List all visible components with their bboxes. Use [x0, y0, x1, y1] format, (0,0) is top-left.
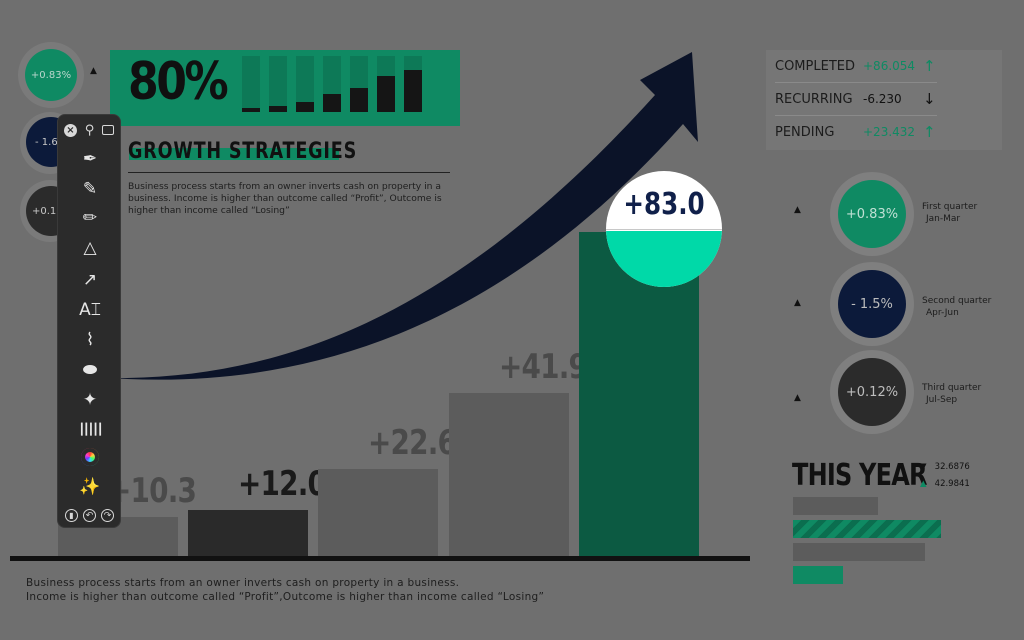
this-year-bar-1: [793, 497, 878, 515]
this-year-down-row: ▼ 32.6876: [920, 462, 970, 472]
highlight-badge-line: [606, 229, 722, 230]
up-triangle-icon: ▲: [794, 298, 801, 308]
trash-icon[interactable]: ▮: [65, 509, 78, 522]
this-year-bar-2: [793, 520, 941, 538]
quarter-title: Second quarter: [922, 296, 992, 306]
stat-value: +86.054: [863, 59, 916, 73]
quarter-circle-1: +0.83%: [838, 180, 906, 248]
redo-icon[interactable]: ↷: [101, 509, 114, 522]
arrow-up-icon: ↑: [923, 123, 936, 141]
bar-2: [188, 510, 308, 557]
stat-value: -6.230: [863, 92, 902, 106]
this-year-up-value: 42.9841: [934, 479, 970, 489]
quarter-range: Jan-Mar: [926, 214, 961, 224]
stat-pending: PENDING +23.432 ↑: [775, 116, 945, 148]
this-year-title: THIS YEAR: [792, 458, 927, 493]
sparkle-icon[interactable]: ✦: [74, 388, 106, 412]
down-triangle-icon: ▼: [920, 462, 927, 472]
arrow-icon[interactable]: ↗: [74, 268, 106, 292]
arrow-down-icon: ↓: [923, 90, 936, 108]
stat-label: RECURRING: [775, 91, 853, 107]
quarter-circle-2: - 1.5%: [838, 270, 906, 338]
this-year-bar-3: [793, 543, 925, 561]
this-year-up-row: ▲ 42.9841: [920, 479, 970, 489]
toolbar-header: × ⚲: [58, 123, 122, 139]
pen-icon[interactable]: ✒: [74, 147, 106, 171]
close-icon[interactable]: ×: [64, 124, 77, 137]
up-triangle-icon: ▲: [794, 205, 801, 215]
quarter-caption-2: Second quarter Apr-Jun: [922, 295, 991, 319]
text-icon[interactable]: A⌶: [74, 298, 106, 322]
arrow-up-icon: ↑: [923, 57, 936, 75]
stat-value: +23.432: [863, 125, 916, 139]
quarter-caption-1: First quarter Jan-Mar: [922, 201, 977, 225]
stat-label: PENDING: [775, 124, 835, 140]
pencil-icon[interactable]: ✎: [74, 177, 106, 201]
bar-label-2: +12.0: [238, 464, 327, 504]
quarter-title: Third quarter: [922, 383, 982, 393]
this-year-down-value: 32.6876: [934, 462, 970, 472]
up-triangle-icon: ▲: [920, 479, 927, 489]
stat-completed: COMPLETED +86.054 ↑: [775, 50, 945, 82]
marker-icon[interactable]: ✏: [74, 206, 106, 230]
sidebar-icon[interactable]: [102, 125, 114, 135]
bar-label-3: +22.6: [368, 423, 457, 463]
quarter-circle-3: +0.12%: [838, 358, 906, 426]
footer-line-2: Income is higher than outcome called “Pr…: [26, 591, 545, 603]
stat-label: COMPLETED: [775, 58, 855, 74]
line-width-icon[interactable]: ┃┃┃┃┃: [74, 417, 106, 441]
footer-line-1: Business process starts from an owner in…: [26, 577, 460, 589]
footer-text: Business process starts from an owner in…: [26, 576, 544, 604]
chart-baseline: [10, 556, 750, 561]
up-triangle-icon: ▲: [794, 393, 801, 403]
this-year-bar-4: [793, 566, 843, 584]
shapes-icon[interactable]: △: [74, 236, 106, 260]
quarter-caption-3: Third quarter Jul-Sep: [922, 382, 981, 406]
stat-recurring: RECURRING -6.230 ↓: [775, 83, 945, 115]
eraser-icon[interactable]: ⬬: [74, 358, 106, 382]
quarter-title: First quarter: [922, 202, 978, 212]
drawing-toolbar: × ⚲ ✒ ✎ ✏ △ ↗ A⌶ ⌇ ⬬ ✦ ┃┃┃┃┃ ◯ ✨ ▮ ↶ ↷: [57, 114, 121, 528]
highlight-value: +83.0: [623, 187, 705, 222]
quarter-range: Jul-Sep: [926, 395, 958, 405]
effects-icon[interactable]: ✨: [74, 475, 106, 499]
quarter-range: Apr-Jun: [926, 308, 959, 318]
search-icon[interactable]: ⚲: [83, 123, 96, 138]
scribble-icon[interactable]: ⌇: [74, 328, 106, 352]
bar-label-1: +10.3: [108, 471, 197, 511]
highlight-badge: +83.0: [606, 171, 722, 287]
bar-4: [449, 393, 569, 557]
toolbar-footer: ▮ ↶ ↷: [58, 507, 122, 523]
color-wheel-icon[interactable]: ◯: [81, 448, 99, 466]
highlight-badge-fill: [606, 231, 722, 287]
bar-3: [318, 469, 438, 557]
bar-label-4: +41.9: [499, 347, 588, 387]
undo-icon[interactable]: ↶: [83, 509, 96, 522]
